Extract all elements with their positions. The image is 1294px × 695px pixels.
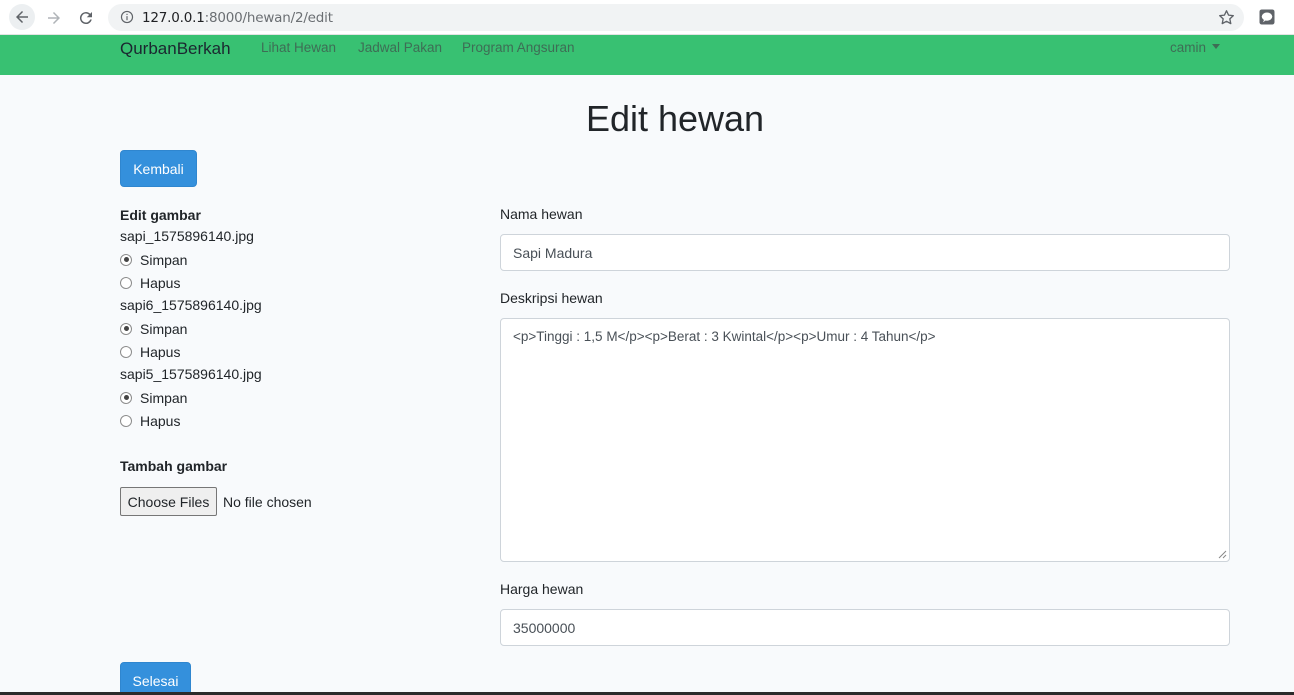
info-icon[interactable] xyxy=(120,10,134,24)
no-file-text: No file chosen xyxy=(223,493,312,510)
name-input[interactable]: Sapi Madura xyxy=(500,234,1230,271)
radio-button[interactable] xyxy=(120,391,132,404)
file-upload: Choose Files No file chosen xyxy=(120,487,312,516)
user-name: camin xyxy=(1169,40,1206,55)
radio-button[interactable] xyxy=(120,276,132,289)
edit-images-section: Edit gambar sapi_1575896140.jpg Simpan H… xyxy=(120,205,460,432)
image-file-name: sapi_1575896140.jpg xyxy=(120,228,254,244)
radio-button[interactable] xyxy=(120,345,132,358)
url-path: :8000/hewan/2/edit xyxy=(204,10,333,26)
radio-option-delete[interactable]: Hapus xyxy=(120,409,460,432)
radio-option-keep[interactable]: Simpan xyxy=(120,248,460,271)
back-button[interactable]: Kembali xyxy=(120,150,197,187)
nav-link-program-angsuran[interactable]: Program Angsuran xyxy=(462,40,575,55)
name-label: Nama hewan xyxy=(500,206,583,222)
radio-button[interactable] xyxy=(120,253,132,266)
radio-option-delete[interactable]: Hapus xyxy=(120,271,460,294)
page-title: Edit hewan xyxy=(585,98,765,139)
nav-link-jadwal-pakan[interactable]: Jadwal Pakan xyxy=(358,40,442,55)
caret-down-icon xyxy=(1212,44,1220,49)
done-button[interactable]: Selesai xyxy=(120,662,191,695)
price-label: Harga hewan xyxy=(500,581,584,597)
radio-label: Simpan xyxy=(140,320,188,337)
radio-label: Hapus xyxy=(140,274,181,291)
description-label: Deskripsi hewan xyxy=(500,290,603,306)
radio-button[interactable] xyxy=(120,322,132,335)
reload-icon[interactable] xyxy=(74,6,98,30)
user-dropdown[interactable]: camin xyxy=(1170,40,1220,55)
bookmark-star-icon[interactable] xyxy=(1217,8,1236,27)
forward-icon[interactable] xyxy=(42,6,66,30)
radio-button[interactable] xyxy=(120,414,132,427)
back-icon[interactable] xyxy=(9,4,35,30)
image-file-name: sapi5_1575896140.jpg xyxy=(120,366,262,382)
description-textarea[interactable]: <p>Tinggi : 1,5 M</p><p>Berat : 3 Kwinta… xyxy=(500,318,1230,562)
edit-images-title: Edit gambar xyxy=(120,207,201,223)
radio-label: Hapus xyxy=(140,412,181,429)
choose-files-button[interactable]: Choose Files xyxy=(120,487,217,516)
nav-link-lihat-hewan[interactable]: Lihat Hewan xyxy=(261,40,336,55)
radio-label: Simpan xyxy=(140,251,188,268)
price-input[interactable]: 35000000 xyxy=(500,609,1230,646)
radio-label: Simpan xyxy=(140,389,188,406)
radio-option-delete[interactable]: Hapus xyxy=(120,340,460,363)
address-bar[interactable]: 127.0.0.1:8000/hewan/2/edit xyxy=(108,4,1244,31)
radio-option-keep[interactable]: Simpan xyxy=(120,317,460,340)
radio-label: Hapus xyxy=(140,343,181,360)
extension-icon[interactable] xyxy=(1258,8,1276,26)
image-file-name: sapi6_1575896140.jpg xyxy=(120,297,262,313)
add-images-title: Tambah gambar xyxy=(120,458,228,474)
url-text[interactable]: 127.0.0.1:8000/hewan/2/edit xyxy=(142,10,333,26)
radio-option-keep[interactable]: Simpan xyxy=(120,386,460,409)
browser-toolbar: 127.0.0.1:8000/hewan/2/edit xyxy=(0,0,1294,35)
app-navbar: QurbanBerkah Lihat Hewan Jadwal Pakan Pr… xyxy=(0,35,1294,75)
url-host: 127.0.0.1 xyxy=(142,10,205,26)
brand-logo[interactable]: QurbanBerkah xyxy=(120,39,231,59)
resize-grip-icon[interactable] xyxy=(1218,550,1227,559)
description-text: <p>Tinggi : 1,5 M</p><p>Berat : 3 Kwinta… xyxy=(513,329,936,344)
